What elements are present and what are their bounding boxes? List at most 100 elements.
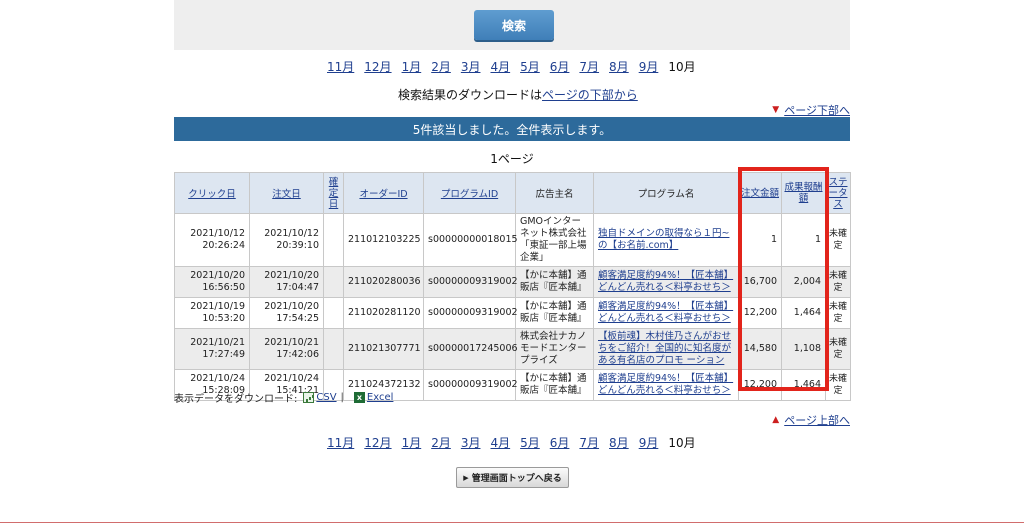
- cell-reward: 1,464: [781, 369, 826, 401]
- month-link[interactable]: 8月: [609, 58, 629, 75]
- cell-advertiser: GMOインターネット株式会社「東証一部上場企業」: [515, 213, 594, 267]
- cell-confirm-date: [323, 213, 344, 267]
- col-order-amount[interactable]: 注文金額: [738, 172, 782, 214]
- table-row: 2021/10/21 17:27:49 2021/10/21 17:42:06 21…: [174, 328, 851, 370]
- cell-confirm-date: [323, 266, 344, 298]
- export-separator: |: [340, 392, 344, 403]
- cell-status: 未確定: [825, 328, 851, 370]
- export-label: 表示データをダウンロード:: [174, 394, 298, 405]
- footer-divider: [0, 522, 1024, 523]
- cell-program-name[interactable]: 顧客満足度約94%！【匠本舗】どんどん売れる＜料亭おせち＞: [593, 297, 739, 329]
- cell-status: 未確定: [825, 213, 851, 267]
- cell-program-id: s00000000018015: [423, 213, 518, 267]
- csv-file-icon: [303, 392, 315, 403]
- cell-reward: 1,108: [781, 328, 826, 370]
- page-down-jump: ▼ ページ下部へ: [772, 102, 850, 118]
- cell-program-id: s00000009319002: [423, 297, 518, 329]
- cell-click-date: 2021/10/12 20:26:24: [174, 213, 250, 267]
- month-link[interactable]: 8月: [609, 434, 629, 451]
- cell-order-id: 211020281120: [343, 297, 424, 329]
- month-link[interactable]: 4月: [490, 434, 510, 451]
- page-down-link[interactable]: ページ下部へ: [784, 102, 850, 118]
- month-link[interactable]: 2月: [431, 434, 451, 451]
- cell-program-id: s00000009319002: [423, 266, 518, 298]
- current-month: 10月: [668, 60, 696, 74]
- col-click-date[interactable]: クリック日: [174, 172, 250, 214]
- download-bottom-link[interactable]: ページの下部から: [542, 88, 638, 102]
- month-link[interactable]: 7月: [579, 434, 599, 451]
- month-link[interactable]: 1月: [402, 58, 422, 75]
- cell-reward: 2,004: [781, 266, 826, 298]
- cell-advertiser: 【かに本舗】通販店『匠本舗』: [515, 369, 594, 401]
- month-link[interactable]: 6月: [550, 58, 570, 75]
- month-link[interactable]: 9月: [639, 58, 659, 75]
- cell-order-date: 2021/10/21 17:42:06: [249, 328, 324, 370]
- month-link[interactable]: 11月: [327, 58, 354, 75]
- col-status[interactable]: ステータス: [825, 172, 851, 214]
- cell-click-date: 2021/10/19 10:53:20: [174, 297, 250, 329]
- col-order-id[interactable]: オーダーID: [343, 172, 424, 214]
- cell-order-id: 211020280036: [343, 266, 424, 298]
- cell-order-date: 2021/10/20 17:54:25: [249, 297, 324, 329]
- cell-order-amount: 12,200: [738, 369, 782, 401]
- triangle-up-icon: ▲: [772, 415, 780, 425]
- page-indicator: 1ページ: [490, 152, 534, 166]
- table-row: 2021/10/12 20:26:24 2021/10/12 20:39:10 21…: [174, 213, 851, 267]
- download-note: 検索結果のダウンロードはページの下部から: [398, 86, 638, 103]
- csv-download-link[interactable]: CSV: [316, 392, 336, 403]
- cell-confirm-date: [323, 297, 344, 329]
- page-up-link[interactable]: ページ上部へ: [784, 412, 850, 428]
- cell-confirm-date: [323, 328, 344, 370]
- month-link[interactable]: 2月: [431, 58, 451, 75]
- search-button[interactable]: 検索: [474, 10, 554, 40]
- month-link[interactable]: 11月: [327, 434, 354, 451]
- cell-click-date: 2021/10/21 17:27:49: [174, 328, 250, 370]
- month-link[interactable]: 9月: [639, 434, 659, 451]
- month-link[interactable]: 4月: [490, 58, 510, 75]
- cell-reward: 1,464: [781, 297, 826, 329]
- col-program-name: プログラム名: [593, 172, 739, 214]
- result-count-bar: 5件該当しました。全件表示します。: [174, 117, 850, 141]
- col-program-id[interactable]: プログラムID: [423, 172, 516, 214]
- cell-status: 未確定: [825, 297, 851, 329]
- cell-order-amount: 12,200: [738, 297, 782, 329]
- month-link[interactable]: 6月: [550, 434, 570, 451]
- play-arrow-icon: ▶: [463, 473, 469, 482]
- month-link[interactable]: 1月: [402, 434, 422, 451]
- month-link[interactable]: 3月: [461, 58, 481, 75]
- cell-program-name[interactable]: 顧客満足度約94%！【匠本舗】どんどん売れる＜料亭おせち＞: [593, 369, 739, 401]
- excel-download-link[interactable]: Excel: [367, 392, 394, 403]
- page-up-jump: ▲ ページ上部へ: [772, 412, 850, 428]
- cell-order-id: 211021307771: [343, 328, 424, 370]
- cell-program-name[interactable]: 顧客満足度約94%！【匠本舗】どんどん売れる＜料亭おせち＞: [593, 266, 739, 298]
- cell-program-name[interactable]: 【板前魂】木村佳乃さんがおせちをご紹介！全国的に知名度がある有名店のプロモ ーシ…: [593, 328, 739, 370]
- back-button-label: 管理画面トップへ戻る: [471, 474, 562, 484]
- table-row: 2021/10/20 16:56:50 2021/10/20 17:04:47 21…: [174, 266, 851, 298]
- triangle-down-icon: ▼: [772, 105, 780, 115]
- download-note-text: 検索結果のダウンロードは: [398, 88, 543, 102]
- month-link[interactable]: 5月: [520, 58, 540, 75]
- back-to-dashboard-button[interactable]: ▶ 管理画面トップへ戻る: [456, 467, 569, 488]
- month-link[interactable]: 5月: [520, 434, 540, 451]
- cell-program-name[interactable]: 独自ドメインの取得なら１円~の【お名前.com】: [593, 213, 739, 267]
- cell-click-date: 2021/10/20 16:56:50: [174, 266, 250, 298]
- results-table: クリック日 注文日 確定日 オーダーID プログラムID 広告主名 プログラム名…: [174, 172, 851, 401]
- export-row: 表示データをダウンロード: CSV | x Excel: [174, 390, 393, 405]
- cell-order-amount: 1: [738, 213, 782, 267]
- month-link[interactable]: 12月: [364, 58, 391, 75]
- excel-icon: x: [353, 392, 365, 403]
- col-order-date[interactable]: 注文日: [249, 172, 324, 214]
- month-link[interactable]: 7月: [579, 58, 599, 75]
- cell-advertiser: 【かに本舗】通販店『匠本舗』: [515, 297, 594, 329]
- month-nav-bottom: 11月 12月 1月 2月 3月 4月 5月 6月 7月 8月 9月 10月: [327, 434, 707, 451]
- cell-status: 未確定: [825, 369, 851, 401]
- cell-order-id: 211012103225: [343, 213, 424, 267]
- col-confirm-date[interactable]: 確定日: [323, 172, 344, 214]
- table-header-row: クリック日 注文日 確定日 オーダーID プログラムID 広告主名 プログラム名…: [174, 172, 851, 214]
- month-nav-top: 11月 12月 1月 2月 3月 4月 5月 6月 7月 8月 9月 10月: [327, 58, 707, 75]
- table-row: 2021/10/19 10:53:20 2021/10/20 17:54:25 21…: [174, 297, 851, 329]
- month-link[interactable]: 12月: [364, 434, 391, 451]
- month-link[interactable]: 3月: [461, 434, 481, 451]
- cell-program-id: s00000017245006: [423, 328, 518, 370]
- col-reward[interactable]: 成果報酬額: [781, 172, 826, 214]
